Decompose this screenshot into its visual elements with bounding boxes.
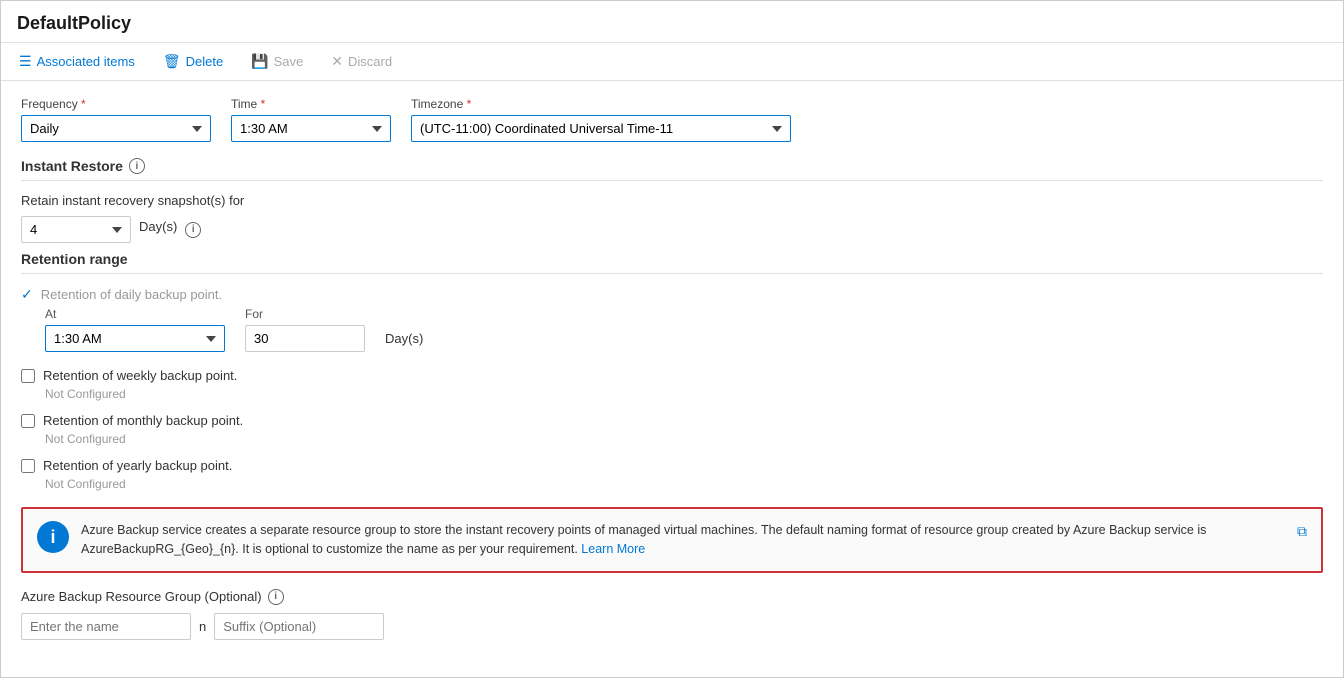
resource-group-inputs: n — [21, 613, 1323, 640]
snapshot-days-info-icon[interactable]: i — [185, 222, 201, 238]
learn-more-link[interactable]: Learn More — [581, 542, 645, 556]
save-icon: 💾 — [251, 53, 268, 70]
time-required: * — [261, 97, 266, 111]
time-select[interactable]: 1:30 AM 2:00 AM 6:00 AM 12:00 PM — [231, 115, 391, 142]
toolbar: ☰ Associated items 🗑 Delete 💾 Save ✕ Dis… — [1, 43, 1343, 81]
instant-restore-section: Instant Restore i Retain instant recover… — [21, 158, 1323, 243]
weekly-retention-label: Retention of weekly backup point. — [43, 368, 237, 383]
page-wrapper: DefaultPolicy ☰ Associated items 🗑 Delet… — [0, 0, 1344, 678]
timezone-group: Timezone * (UTC-11:00) Coordinated Unive… — [411, 97, 791, 142]
n-separator: n — [199, 619, 206, 634]
main-content: Frequency * Daily Weekly Time * 1:30 AM … — [1, 81, 1343, 656]
at-group: At 1:30 AM 2:00 AM 6:00 AM — [45, 307, 225, 352]
discard-button[interactable]: ✕ Discard — [325, 49, 398, 74]
for-input[interactable] — [245, 325, 365, 352]
instant-restore-title: Instant Restore i — [21, 158, 1323, 174]
resource-group-suffix-input[interactable] — [214, 613, 384, 640]
save-button[interactable]: 💾 Save — [245, 49, 309, 74]
timezone-label: Timezone * — [411, 97, 791, 111]
frequency-select[interactable]: Daily Weekly — [21, 115, 211, 142]
resource-group-section: Azure Backup Resource Group (Optional) i… — [21, 589, 1323, 640]
frequency-group: Frequency * Daily Weekly — [21, 97, 211, 142]
timezone-required: * — [467, 97, 472, 111]
frequency-label: Frequency * — [21, 97, 211, 111]
yearly-retention-label: Retention of yearly backup point. — [43, 458, 232, 473]
resource-group-label: Azure Backup Resource Group (Optional) i — [21, 589, 1323, 605]
info-circle-icon: i — [37, 521, 69, 553]
discard-icon: ✕ — [331, 53, 343, 70]
delete-icon: 🗑 — [163, 53, 181, 70]
retention-range-section: Retention range ✓ Retention of daily bac… — [21, 251, 1323, 491]
weekly-checkbox[interactable] — [21, 369, 35, 383]
time-label: Time * — [231, 97, 391, 111]
timezone-select[interactable]: (UTC-11:00) Coordinated Universal Time-1… — [411, 115, 791, 142]
instant-restore-info-icon[interactable]: i — [129, 158, 145, 174]
monthly-retention-row: Retention of monthly backup point. — [21, 413, 1323, 428]
page-title: DefaultPolicy — [1, 1, 1343, 43]
resource-group-name-input[interactable] — [21, 613, 191, 640]
yearly-checkbox[interactable] — [21, 459, 35, 473]
retention-range-title: Retention range — [21, 251, 1323, 267]
resource-group-info-icon[interactable]: i — [268, 589, 284, 605]
monthly-checkbox[interactable] — [21, 414, 35, 428]
yearly-not-configured: Not Configured — [45, 477, 1323, 491]
instant-restore-divider — [21, 180, 1323, 181]
retention-range-divider — [21, 273, 1323, 274]
weekly-retention-row: Retention of weekly backup point. — [21, 368, 1323, 383]
for-group: For — [245, 307, 365, 352]
info-banner: i Azure Backup service creates a separat… — [21, 507, 1323, 573]
time-group: Time * 1:30 AM 2:00 AM 6:00 AM 12:00 PM — [231, 97, 391, 142]
frequency-time-timezone-row: Frequency * Daily Weekly Time * 1:30 AM … — [21, 97, 1323, 142]
snapshot-value-select[interactable]: 4 1 2 3 5 — [21, 216, 131, 243]
delete-button[interactable]: 🗑 Delete — [157, 49, 229, 74]
associated-items-icon: ☰ — [19, 53, 32, 70]
at-for-daily-row: At 1:30 AM 2:00 AM 6:00 AM For Day(s) — [45, 307, 1323, 352]
snapshot-days-row: 4 1 2 3 5 Day(s) i — [21, 216, 1323, 243]
at-time-select[interactable]: 1:30 AM 2:00 AM 6:00 AM — [45, 325, 225, 352]
external-link-icon[interactable]: ⧉ — [1297, 523, 1307, 540]
frequency-required: * — [81, 97, 86, 111]
associated-items-button[interactable]: ☰ Associated items — [13, 49, 141, 74]
daily-check-mark: ✓ — [21, 286, 33, 303]
for-days-label: Day(s) — [385, 331, 423, 352]
at-label: At — [45, 307, 225, 321]
yearly-retention-row: Retention of yearly backup point. — [21, 458, 1323, 473]
daily-retention-label: Retention of daily backup point. — [41, 287, 222, 302]
for-label: For — [245, 307, 365, 321]
daily-retention-row: ✓ Retention of daily backup point. — [21, 286, 1323, 303]
snapshot-days-label: Day(s) — [139, 219, 177, 240]
monthly-retention-label: Retention of monthly backup point. — [43, 413, 243, 428]
retain-label: Retain instant recovery snapshot(s) for — [21, 193, 1323, 208]
monthly-not-configured: Not Configured — [45, 432, 1323, 446]
banner-text: Azure Backup service creates a separate … — [81, 521, 1285, 559]
weekly-not-configured: Not Configured — [45, 387, 1323, 401]
